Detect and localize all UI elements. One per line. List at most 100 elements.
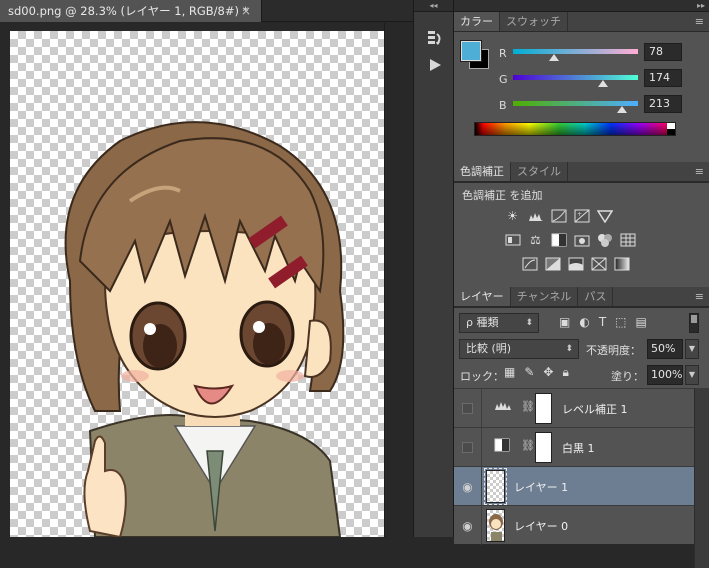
foreground-color-swatch[interactable] xyxy=(460,40,482,62)
vibrance-icon[interactable] xyxy=(596,207,613,224)
channel-mixer-icon[interactable] xyxy=(596,231,613,248)
blue-label: B xyxy=(499,99,507,112)
layer-name[interactable]: 白黒 1 xyxy=(562,440,595,456)
adjustments-title: 色調補正 を追加 xyxy=(462,189,543,202)
invert-icon[interactable] xyxy=(521,255,538,272)
blend-mode-select[interactable]: 比較 (明) ⬍ xyxy=(459,339,579,359)
canvas-area[interactable] xyxy=(0,23,413,537)
red-slider-thumb[interactable] xyxy=(549,54,559,61)
close-tab-icon[interactable]: × xyxy=(241,0,251,22)
green-value-field[interactable]: 174 xyxy=(644,69,682,87)
levels-icon[interactable] xyxy=(527,207,544,224)
layer-row-bw[interactable]: ⛓ 白黒 1 xyxy=(454,427,694,467)
color-balance-icon[interactable]: ⚖ xyxy=(527,231,544,248)
tab-paths[interactable]: パス xyxy=(578,287,614,306)
play-icon[interactable] xyxy=(414,52,455,78)
blue-slider-thumb[interactable] xyxy=(617,106,627,113)
opacity-dropdown-button[interactable]: ▼ xyxy=(685,339,699,359)
tab-layers[interactable]: レイヤー xyxy=(454,287,511,306)
eye-icon[interactable]: ◉ xyxy=(454,506,482,545)
green-slider-thumb[interactable] xyxy=(598,80,608,87)
lock-paint-icon[interactable]: ✎ xyxy=(524,365,534,380)
color-spectrum-ramp[interactable] xyxy=(474,122,676,136)
hue-saturation-icon[interactable] xyxy=(504,231,521,248)
panel-menu-icon[interactable]: ≡ xyxy=(695,287,704,307)
layer-filter-label: ρ 種類 xyxy=(466,316,499,329)
layer-filter-row: ρ 種類 ⬍ ▣ ◐ T ⬚ ▤ xyxy=(459,313,699,333)
filter-smartobject-icon[interactable]: ▤ xyxy=(636,315,647,329)
character-illustration xyxy=(64,121,345,537)
layer-name[interactable]: レイヤー 1 xyxy=(514,479,568,495)
chain-link-icon[interactable]: ⛓ xyxy=(521,439,535,452)
document-tab[interactable]: sd00.png @ 28.3% (レイヤー 1, RGB/8#) * × xyxy=(0,0,262,22)
filter-shape-icon[interactable]: ⬚ xyxy=(615,315,626,329)
adjustments-panel: 色調補正 を追加 ☀ + ⚖ xyxy=(454,182,709,287)
photo-filter-icon[interactable] xyxy=(573,231,590,248)
panel-menu-icon[interactable]: ≡ xyxy=(695,12,704,32)
document-canvas[interactable] xyxy=(10,31,384,537)
document-tab-bar: sd00.png @ 28.3% (レイヤー 1, RGB/8#) * × xyxy=(0,0,413,22)
strip-grip[interactable]: ◂◂ xyxy=(414,0,453,12)
red-value-field[interactable]: 78 xyxy=(644,43,682,61)
red-slider[interactable] xyxy=(513,49,638,54)
brightness-contrast-icon[interactable]: ☀ xyxy=(504,207,521,224)
layer-row-layer1[interactable]: ◉ レイヤー 1 xyxy=(454,466,694,506)
layer-name[interactable]: レイヤー 0 xyxy=(514,518,568,534)
layer-thumbnail[interactable] xyxy=(486,509,505,542)
fill-field[interactable]: 100% xyxy=(647,365,683,385)
blue-value-field[interactable]: 213 xyxy=(644,95,682,113)
layer-name[interactable]: レベル補正 1 xyxy=(562,401,628,417)
tab-styles[interactable]: スタイル xyxy=(511,162,568,181)
layer-mask-thumbnail[interactable] xyxy=(535,432,552,463)
collapsed-panel-strip: ◂◂ xyxy=(413,0,454,537)
gradient-map-icon[interactable] xyxy=(590,255,607,272)
tab-swatches[interactable]: スウォッチ xyxy=(500,12,568,31)
lock-all-icon[interactable]: 🔒︎ xyxy=(562,365,568,380)
posterize-icon[interactable] xyxy=(544,255,561,272)
green-slider-row: G 174 xyxy=(499,69,694,90)
color-lookup-icon[interactable] xyxy=(619,231,636,248)
color-panel: R 78 G 174 B 213 xyxy=(454,32,709,162)
layer-thumbnail[interactable] xyxy=(484,468,507,505)
green-label: G xyxy=(499,73,508,86)
red-label: R xyxy=(499,47,507,60)
visibility-toggle[interactable] xyxy=(454,428,482,467)
layers-scrollbar[interactable] xyxy=(694,388,709,568)
right-panels: ▸▸ カラー スウォッチ ≡ R 78 G 174 B 213 色調補正 スタイ… xyxy=(454,0,709,568)
filter-adjustment-icon[interactable]: ◐ xyxy=(579,315,589,329)
blend-mode-label: 比較 (明) xyxy=(466,342,512,355)
fill-label: 塗り： xyxy=(611,370,644,383)
eye-icon[interactable]: ◉ xyxy=(454,467,482,506)
fill-dropdown-button[interactable]: ▼ xyxy=(685,365,699,385)
exposure-icon[interactable]: + xyxy=(573,207,590,224)
threshold-icon[interactable] xyxy=(567,255,584,272)
opacity-field[interactable]: 50% xyxy=(647,339,683,359)
visibility-toggle[interactable] xyxy=(454,389,482,428)
tab-color[interactable]: カラー xyxy=(454,12,500,31)
curves-icon[interactable] xyxy=(550,207,567,224)
lock-position-icon[interactable]: ✥ xyxy=(543,365,553,380)
document-title: sd00.png @ 28.3% (レイヤー 1, RGB/8#) * xyxy=(8,4,249,18)
layer-row-layer0[interactable]: ◉ レイヤー 0 xyxy=(454,505,694,545)
panel-menu-icon[interactable]: ≡ xyxy=(695,162,704,182)
green-slider[interactable] xyxy=(513,75,638,80)
filter-type-icon[interactable]: T xyxy=(599,315,606,329)
panels-grip[interactable]: ▸▸ xyxy=(454,0,709,12)
layer-filter-select[interactable]: ρ 種類 ⬍ xyxy=(459,313,539,333)
tab-channels[interactable]: チャンネル xyxy=(511,287,579,306)
lock-transparency-icon[interactable]: ▦ xyxy=(504,365,515,380)
filter-toggle-switch[interactable] xyxy=(689,313,699,333)
hidden-eye-box xyxy=(462,442,473,453)
color-panel-tabs: カラー スウォッチ ≡ xyxy=(454,12,709,32)
tab-adjustments[interactable]: 色調補正 xyxy=(454,162,511,181)
blue-slider-row: B 213 xyxy=(499,95,694,116)
levels-icon xyxy=(494,399,512,414)
hidden-eye-box xyxy=(462,403,473,414)
layer-mask-thumbnail[interactable] xyxy=(535,393,552,424)
history-icon[interactable] xyxy=(414,26,455,52)
filter-pixel-icon[interactable]: ▣ xyxy=(559,315,570,329)
selective-color-icon[interactable] xyxy=(613,255,630,272)
layer-row-levels[interactable]: ⛓ レベル補正 1 xyxy=(454,388,694,428)
black-white-icon[interactable] xyxy=(550,231,567,248)
chain-link-icon[interactable]: ⛓ xyxy=(521,400,535,413)
